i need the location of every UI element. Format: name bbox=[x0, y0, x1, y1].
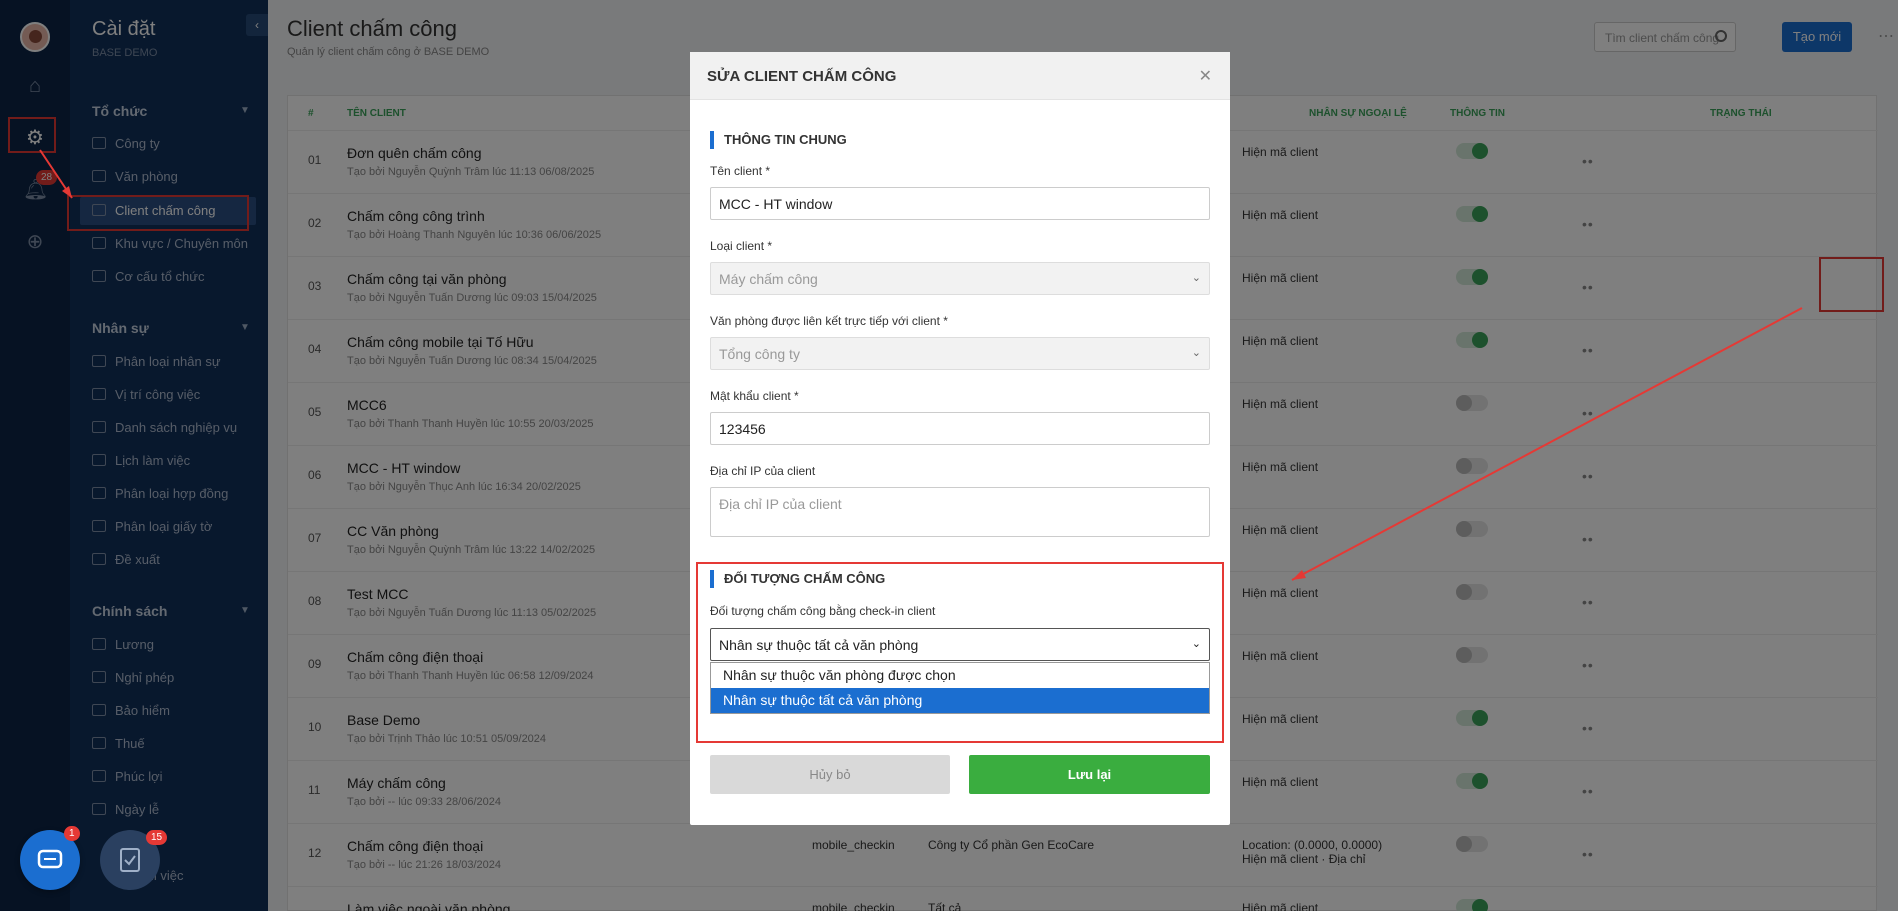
save-button[interactable]: Lưu lại bbox=[969, 755, 1210, 794]
section-general: THÔNG TIN CHUNG bbox=[710, 131, 847, 149]
target-dropdown: Nhân sự thuộc văn phòng được chọn Nhân s… bbox=[710, 662, 1210, 714]
chat-badge: 1 bbox=[64, 826, 80, 841]
option-all-offices[interactable]: Nhân sự thuộc tất cả văn phòng bbox=[711, 688, 1209, 713]
section-target: ĐỐI TƯỢNG CHẤM CÔNG bbox=[710, 570, 885, 588]
office-select[interactable]: Tổng công ty ⌄ bbox=[710, 337, 1210, 370]
close-icon[interactable]: ✕ bbox=[1199, 66, 1212, 86]
ip-input[interactable]: Địa chỉ IP của client bbox=[710, 487, 1210, 537]
client-name-input[interactable]: MCC - HT window bbox=[710, 187, 1210, 220]
task-badge: 15 bbox=[146, 830, 168, 845]
option-selected-office[interactable]: Nhân sự thuộc văn phòng được chọn bbox=[711, 663, 1209, 688]
edit-client-modal: SỬA CLIENT CHẤM CÔNG ✕ THÔNG TIN CHUNG T… bbox=[690, 52, 1230, 825]
client-type-select[interactable]: Máy chấm công ⌄ bbox=[710, 262, 1210, 295]
target-select[interactable]: Nhân sự thuộc tất cả văn phòng ⌄ bbox=[710, 628, 1210, 661]
name-label: Tên client * bbox=[710, 164, 771, 178]
cancel-button[interactable]: Hủy bỏ bbox=[710, 755, 950, 794]
modal-title: SỬA CLIENT CHẤM CÔNG bbox=[707, 68, 897, 85]
chevron-down-icon: ⌄ bbox=[1191, 638, 1201, 650]
type-label: Loại client * bbox=[710, 239, 773, 253]
chevron-down-icon: ⌄ bbox=[1191, 347, 1201, 359]
ip-label: Địa chỉ IP của client bbox=[710, 464, 816, 478]
password-label: Mật khẩu client * bbox=[710, 389, 799, 403]
office-label: Văn phòng được liên kết trực tiếp với cl… bbox=[710, 314, 948, 328]
chevron-down-icon: ⌄ bbox=[1191, 272, 1201, 284]
target-label: Đối tượng chấm công bằng check-in client bbox=[710, 604, 936, 618]
password-input[interactable]: 123456 bbox=[710, 412, 1210, 445]
